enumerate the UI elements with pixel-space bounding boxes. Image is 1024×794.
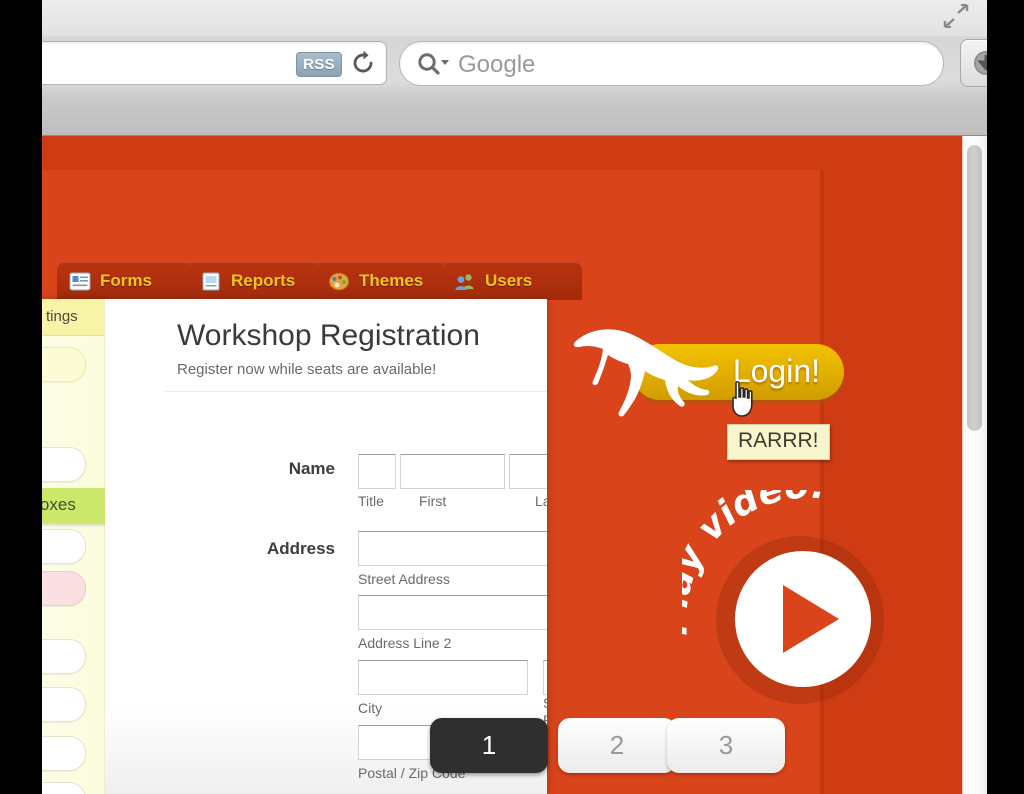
sublabel-address-line-2: Address Line 2 xyxy=(358,635,452,651)
label-address: Address xyxy=(266,539,335,558)
input-address-line-2[interactable] xyxy=(358,595,547,630)
input-street-address[interactable] xyxy=(358,531,547,566)
login-area: Login! RARRR! xyxy=(567,320,867,465)
tab-reports[interactable]: Reports xyxy=(188,262,333,300)
reload-icon[interactable] xyxy=(349,49,377,77)
users-group-icon xyxy=(454,272,476,291)
screenshot-stage: RSS Google Login! RARRR! vide Forms Repo… xyxy=(0,0,1024,794)
browser-titlebar xyxy=(42,0,987,30)
report-document-icon xyxy=(200,272,222,291)
hand-pointer-cursor xyxy=(727,380,761,420)
input-first[interactable] xyxy=(400,454,505,489)
sublabel-last: Last xyxy=(535,493,547,509)
letterbox-right xyxy=(987,0,1024,794)
scrollbar-thumb[interactable] xyxy=(967,145,982,431)
tab-users-label: Users xyxy=(485,271,533,290)
pagination-page-2[interactable]: 2 xyxy=(558,718,676,773)
sidebar-tab-settings[interactable]: tings xyxy=(42,299,104,336)
play-video-text: Play video! xyxy=(654,465,829,636)
search-magnifier-icon[interactable] xyxy=(416,51,454,76)
fullscreen-arrows-icon[interactable] xyxy=(943,4,969,28)
search-placeholder-text: Google xyxy=(458,51,536,78)
field-palette-sidebar: tings eckboxes xyxy=(0,299,159,794)
label-name: Name xyxy=(288,459,335,478)
page-title: Workshop Registration xyxy=(177,319,480,352)
divider xyxy=(165,391,547,392)
tab-themes-label: Themes xyxy=(359,271,424,290)
tab-reports-label: Reports xyxy=(231,271,296,290)
tab-users[interactable]: Users xyxy=(442,262,582,300)
input-last[interactable] xyxy=(509,454,547,489)
app-tab-bar: Forms Reports Themes Users xyxy=(57,262,582,300)
pagination-page-1[interactable]: 1 xyxy=(430,718,548,773)
sidebar-tab-settings-label: tings xyxy=(46,308,78,325)
tab-themes[interactable]: Themes xyxy=(316,262,459,300)
login-tooltip: RARRR! xyxy=(727,424,830,460)
forms-card-icon xyxy=(69,272,91,291)
page-scrollbar[interactable] xyxy=(962,135,987,794)
play-video-area[interactable]: Play video! xyxy=(654,465,902,710)
input-state-region[interactable] xyxy=(543,660,547,695)
rss-badge[interactable]: RSS xyxy=(296,52,342,77)
svg-text:Play video!: Play video! xyxy=(682,490,829,636)
pagination-page-3[interactable]: 3 xyxy=(667,718,785,773)
tab-forms-label: Forms xyxy=(100,271,152,290)
letterbox-left xyxy=(0,0,42,794)
themes-palette-icon xyxy=(328,272,350,291)
form-builder-window: Forms Reports Themes Users tings Worksho… xyxy=(0,262,582,794)
input-title[interactable] xyxy=(358,454,396,489)
sublabel-title: Title xyxy=(358,493,384,509)
page-subtitle: Register now while seats are available! xyxy=(177,361,437,378)
play-video-label: Play video! xyxy=(654,465,902,710)
search-input[interactable]: Google xyxy=(399,41,944,86)
sublabel-street-address: Street Address xyxy=(358,571,450,587)
browser-toolbar: RSS Google xyxy=(32,0,1012,136)
sublabel-city: City xyxy=(358,700,383,716)
sublabel-first: First xyxy=(419,493,447,509)
tab-forms[interactable]: Forms xyxy=(57,262,205,300)
url-address-bar[interactable]: RSS xyxy=(32,41,387,85)
input-city[interactable] xyxy=(358,660,528,695)
